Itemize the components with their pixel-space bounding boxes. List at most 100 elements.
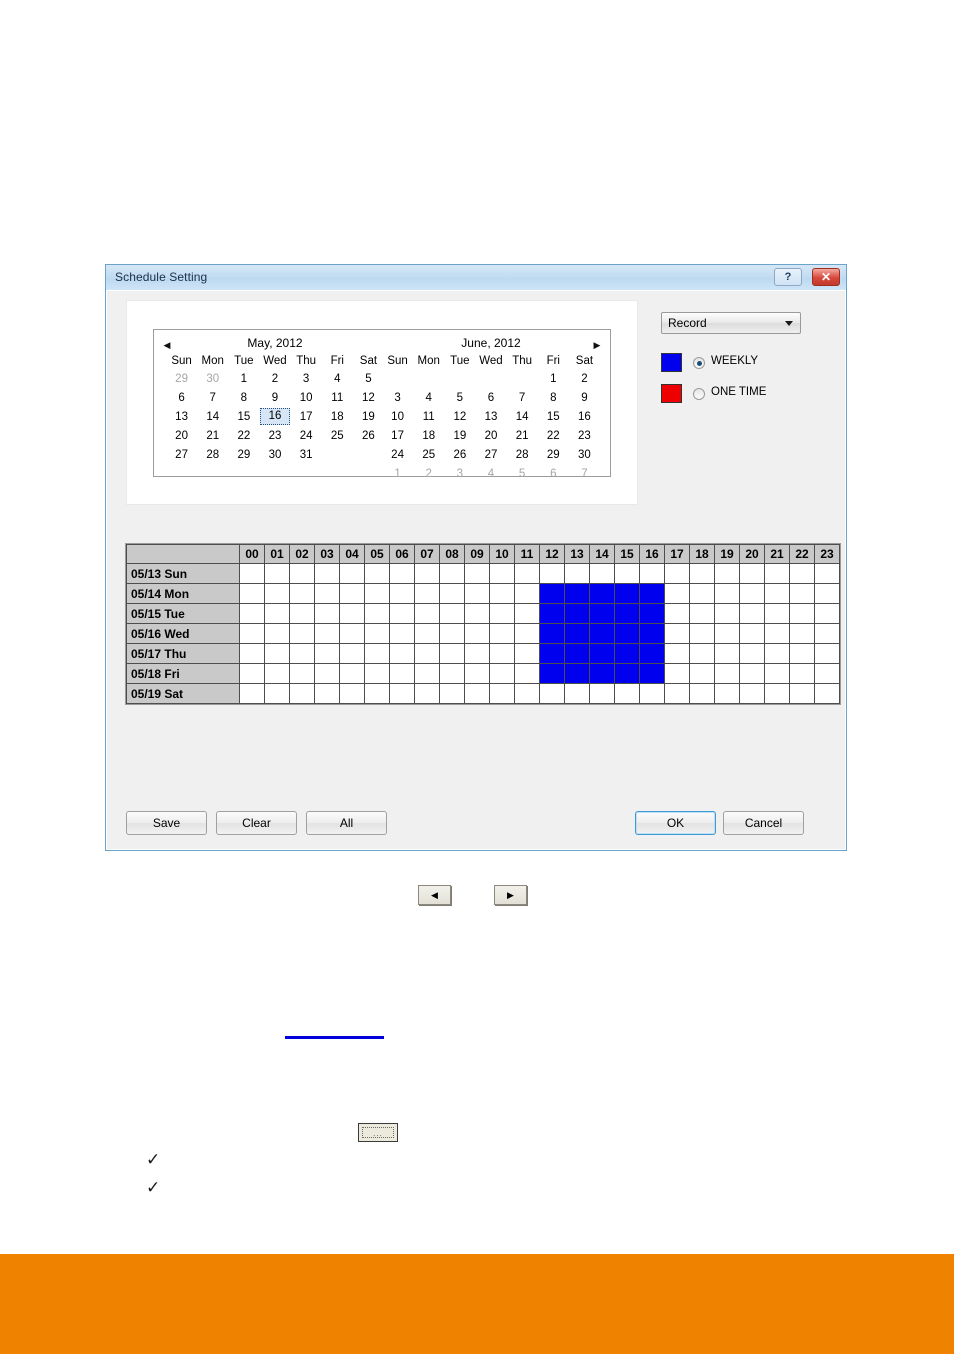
schedule-cell[interactable]: [439, 563, 465, 584]
schedule-cell[interactable]: [589, 583, 615, 604]
schedule-cell[interactable]: [514, 603, 540, 624]
schedule-row-label[interactable]: 05/13 Sun: [126, 563, 240, 584]
calendar-day-cell[interactable]: 20: [475, 426, 506, 445]
cancel-button[interactable]: Cancel: [723, 811, 804, 835]
schedule-cell[interactable]: [489, 643, 515, 664]
schedule-cell[interactable]: [239, 663, 265, 684]
schedule-cell[interactable]: [239, 623, 265, 644]
schedule-type-select[interactable]: Record: [661, 312, 801, 334]
schedule-cell[interactable]: [814, 663, 840, 684]
schedule-cell[interactable]: [814, 563, 840, 584]
schedule-cell[interactable]: [239, 563, 265, 584]
clear-button[interactable]: Clear: [216, 811, 297, 835]
schedule-cell[interactable]: [764, 683, 790, 704]
schedule-cell[interactable]: [539, 583, 565, 604]
schedule-cell[interactable]: [739, 563, 765, 584]
schedule-cell[interactable]: [239, 643, 265, 664]
schedule-cell[interactable]: [389, 623, 415, 644]
schedule-cell[interactable]: [364, 683, 390, 704]
calendar-day-cell[interactable]: 30: [259, 445, 290, 464]
schedule-cell[interactable]: [739, 603, 765, 624]
hour-header-17[interactable]: 17: [664, 544, 690, 564]
schedule-cell[interactable]: [264, 583, 290, 604]
calendar-day-cell[interactable]: 12: [353, 388, 384, 407]
schedule-cell[interactable]: [689, 643, 715, 664]
schedule-row-label[interactable]: 05/17 Thu: [126, 643, 240, 664]
schedule-cell[interactable]: [264, 643, 290, 664]
schedule-cell[interactable]: [389, 603, 415, 624]
calendar-day-cell[interactable]: 8: [538, 388, 569, 407]
schedule-cell[interactable]: [339, 583, 365, 604]
calendar-day-cell[interactable]: 24: [291, 426, 322, 445]
hour-header-10[interactable]: 10: [489, 544, 515, 564]
calendar-day-cell[interactable]: 30: [197, 369, 228, 388]
calendar-day-cell[interactable]: 18: [322, 407, 353, 426]
schedule-cell[interactable]: [789, 623, 815, 644]
schedule-cell[interactable]: [439, 663, 465, 684]
calendar-day-cell[interactable]: 12: [444, 407, 475, 426]
calendar-day-cell[interactable]: 14: [197, 407, 228, 426]
schedule-cell[interactable]: [664, 683, 690, 704]
schedule-cell[interactable]: [564, 683, 590, 704]
schedule-cell[interactable]: [589, 643, 615, 664]
schedule-cell[interactable]: [539, 643, 565, 664]
calendar-day-cell[interactable]: 15: [228, 407, 259, 426]
schedule-cell[interactable]: [264, 663, 290, 684]
calendar-day-cell[interactable]: 2: [569, 369, 600, 388]
hour-header-03[interactable]: 03: [314, 544, 340, 564]
calendar-day-cell[interactable]: 16: [259, 407, 290, 426]
calendar-day-cell[interactable]: 2: [413, 464, 444, 483]
schedule-cell[interactable]: [664, 603, 690, 624]
schedule-cell[interactable]: [314, 663, 340, 684]
schedule-cell[interactable]: [364, 643, 390, 664]
schedule-cell[interactable]: [439, 683, 465, 704]
schedule-cell[interactable]: [314, 623, 340, 644]
schedule-cell[interactable]: [489, 583, 515, 604]
calendar-day-cell[interactable]: 19: [353, 407, 384, 426]
calendar-day-cell[interactable]: 10: [382, 407, 413, 426]
schedule-cell[interactable]: [364, 663, 390, 684]
schedule-cell[interactable]: [414, 563, 440, 584]
calendar-day-cell[interactable]: 8: [228, 388, 259, 407]
calendar-day-cell[interactable]: 23: [569, 426, 600, 445]
schedule-cell[interactable]: [639, 683, 665, 704]
schedule-cell[interactable]: [339, 643, 365, 664]
schedule-cell[interactable]: [489, 623, 515, 644]
schedule-cell[interactable]: [639, 603, 665, 624]
schedule-cell[interactable]: [289, 583, 315, 604]
calendar-day-cell[interactable]: 9: [259, 388, 290, 407]
calendar-day-cell[interactable]: 9: [569, 388, 600, 407]
schedule-cell[interactable]: [714, 623, 740, 644]
schedule-cell[interactable]: [514, 683, 540, 704]
schedule-cell[interactable]: [414, 583, 440, 604]
schedule-cell[interactable]: [314, 563, 340, 584]
schedule-cell[interactable]: [689, 663, 715, 684]
schedule-cell[interactable]: [514, 623, 540, 644]
one-time-radio[interactable]: [693, 388, 705, 400]
schedule-cell[interactable]: [764, 563, 790, 584]
schedule-cell[interactable]: [714, 583, 740, 604]
hour-header-15[interactable]: 15: [614, 544, 640, 564]
schedule-cell[interactable]: [814, 623, 840, 644]
schedule-cell[interactable]: [489, 683, 515, 704]
schedule-cell[interactable]: [539, 563, 565, 584]
hour-header-06[interactable]: 06: [389, 544, 415, 564]
calendar-day-cell[interactable]: 26: [444, 445, 475, 464]
calendar-day-cell[interactable]: 1: [382, 464, 413, 483]
schedule-cell[interactable]: [664, 643, 690, 664]
schedule-cell[interactable]: [639, 663, 665, 684]
calendar-day-cell[interactable]: 28: [507, 445, 538, 464]
calendar-day-cell[interactable]: 5: [353, 369, 384, 388]
schedule-cell[interactable]: [564, 583, 590, 604]
all-button[interactable]: All: [306, 811, 387, 835]
schedule-cell[interactable]: [464, 683, 490, 704]
schedule-cell[interactable]: [339, 683, 365, 704]
weekly-radio[interactable]: [693, 357, 705, 369]
calendar-day-cell[interactable]: 13: [166, 407, 197, 426]
calendar-day-cell[interactable]: 29: [228, 445, 259, 464]
schedule-cell[interactable]: [489, 603, 515, 624]
calendar-day-cell[interactable]: 3: [291, 369, 322, 388]
schedule-cell[interactable]: [489, 563, 515, 584]
calendar-day-cell[interactable]: 4: [475, 464, 506, 483]
ok-button[interactable]: OK: [635, 811, 716, 835]
